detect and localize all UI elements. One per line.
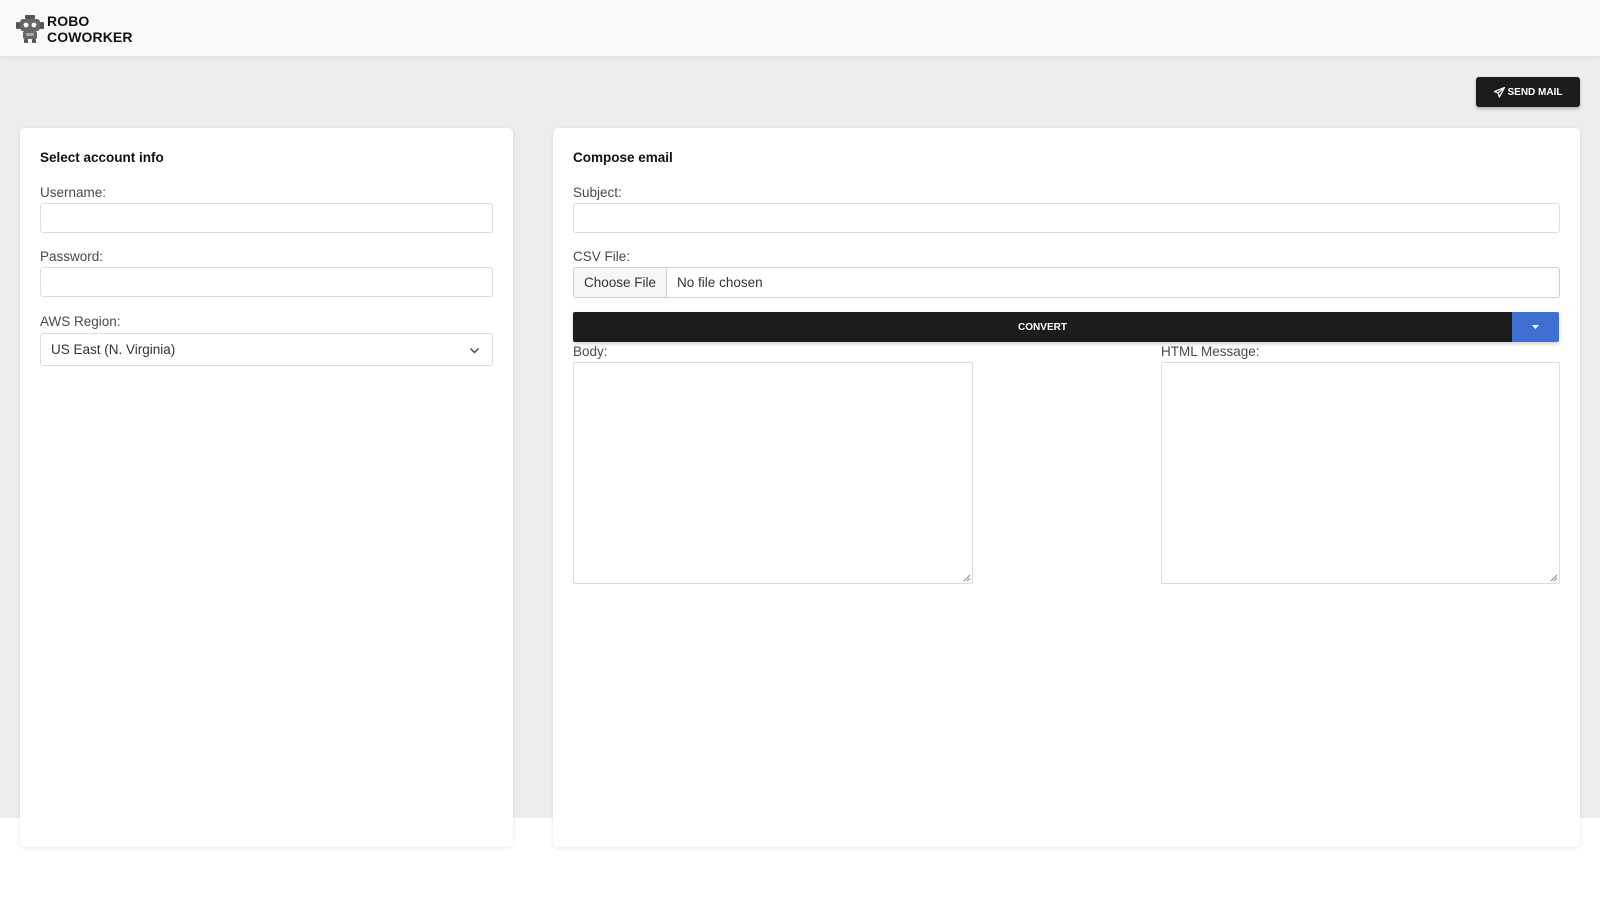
convert-dropdown-toggle[interactable] xyxy=(1512,312,1559,342)
compose-card-title: Compose email xyxy=(573,150,673,165)
top-navbar: ROBO COWORKER xyxy=(0,0,1600,57)
brand[interactable]: ROBO COWORKER xyxy=(16,13,133,45)
chevron-down-icon xyxy=(470,348,479,354)
body-textarea[interactable] xyxy=(573,362,973,584)
resize-grip-icon[interactable] xyxy=(963,574,971,582)
username-input[interactable] xyxy=(40,203,493,233)
username-label: Username: xyxy=(40,185,107,200)
html-message-textarea[interactable] xyxy=(1161,362,1560,584)
convert-button[interactable]: CONVERT xyxy=(573,312,1512,342)
subject-input[interactable] xyxy=(573,203,1560,233)
brand-line-1: ROBO xyxy=(47,13,90,29)
resize-grip-icon[interactable] xyxy=(1550,574,1558,582)
password-input[interactable] xyxy=(40,267,493,297)
aws-region-value: US East (N. Virginia) xyxy=(51,342,176,357)
account-card-title: Select account info xyxy=(40,150,164,165)
caret-down-icon xyxy=(1532,324,1539,329)
account-info-card: Select account info Username: Password: … xyxy=(20,128,513,847)
choose-file-button[interactable]: Choose File xyxy=(574,268,668,297)
csv-file-label: CSV File: xyxy=(573,249,631,264)
brand-name: ROBO COWORKER xyxy=(47,13,133,45)
paper-plane-icon xyxy=(1493,86,1505,98)
aws-region-label: AWS Region: xyxy=(40,314,121,329)
convert-button-group: CONVERT xyxy=(573,312,1559,342)
send-mail-label: SEND MAIL xyxy=(1507,86,1563,98)
send-mail-button[interactable]: SEND MAIL xyxy=(1476,77,1580,107)
password-label: Password: xyxy=(40,249,104,264)
robot-icon xyxy=(16,15,44,43)
subject-label: Subject: xyxy=(573,185,622,200)
compose-email-card: Compose email Subject: CSV File: Choose … xyxy=(553,128,1580,847)
html-message-label: HTML Message: xyxy=(1161,344,1260,359)
aws-region-select[interactable]: US East (N. Virginia) xyxy=(40,333,493,366)
brand-line-2: COWORKER xyxy=(47,29,133,45)
file-status-text: No file chosen xyxy=(677,275,763,290)
body-label: Body: xyxy=(573,344,608,359)
csv-file-input[interactable]: Choose File No file chosen xyxy=(573,267,1560,298)
